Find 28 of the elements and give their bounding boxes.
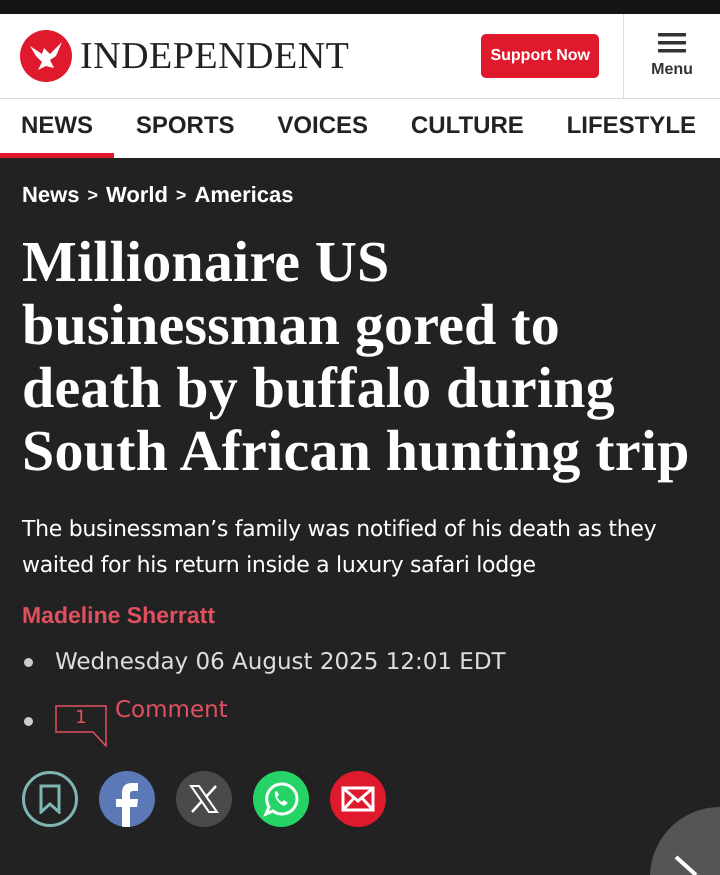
bullet-icon [24, 658, 33, 666]
publish-date: Wednesday 06 August 2025 12:01 EDT [55, 649, 506, 675]
nav-tab[interactable]: VOICES [256, 99, 390, 158]
bullet-icon [24, 716, 33, 726]
menu-icon [658, 33, 686, 53]
breadcrumb-link[interactable]: World [106, 182, 168, 208]
comment-count: 1 [55, 705, 107, 747]
breadcrumb-link[interactable]: Americas [194, 182, 294, 208]
eagle-logo-icon [20, 30, 72, 82]
bookmark-icon [37, 784, 63, 814]
nav-tab[interactable]: SPORTS [114, 99, 256, 158]
support-button[interactable]: Support Now [481, 34, 599, 78]
nav-tab[interactable]: CULTURE [390, 99, 545, 158]
whatsapp-icon [263, 781, 299, 817]
envelope-icon [341, 786, 375, 812]
comments-link[interactable]: 1 Comment [55, 695, 228, 747]
nav-tab[interactable]: LIFESTYLE [546, 99, 720, 158]
breadcrumb-link[interactable]: News [22, 182, 80, 208]
standfirst: The businessman’s family was notified of his death as they waited for his return inside a luxury safari lodge [22, 516, 658, 580]
bookmark-button[interactable] [22, 771, 78, 827]
breadcrumb-separator: > [87, 184, 98, 206]
headline: Millionaire US businessman gored to death by buffalo during South African hunting trip [22, 230, 691, 482]
x-logo-icon [189, 785, 219, 813]
breadcrumb-separator: > [176, 184, 186, 206]
author-link[interactable]: Madeline Sherratt [22, 602, 698, 629]
floating-button[interactable] [650, 807, 720, 875]
site-logo-text[interactable]: INDEPENDENT [80, 34, 350, 78]
nav-tab[interactable]: NEWS [0, 99, 114, 158]
